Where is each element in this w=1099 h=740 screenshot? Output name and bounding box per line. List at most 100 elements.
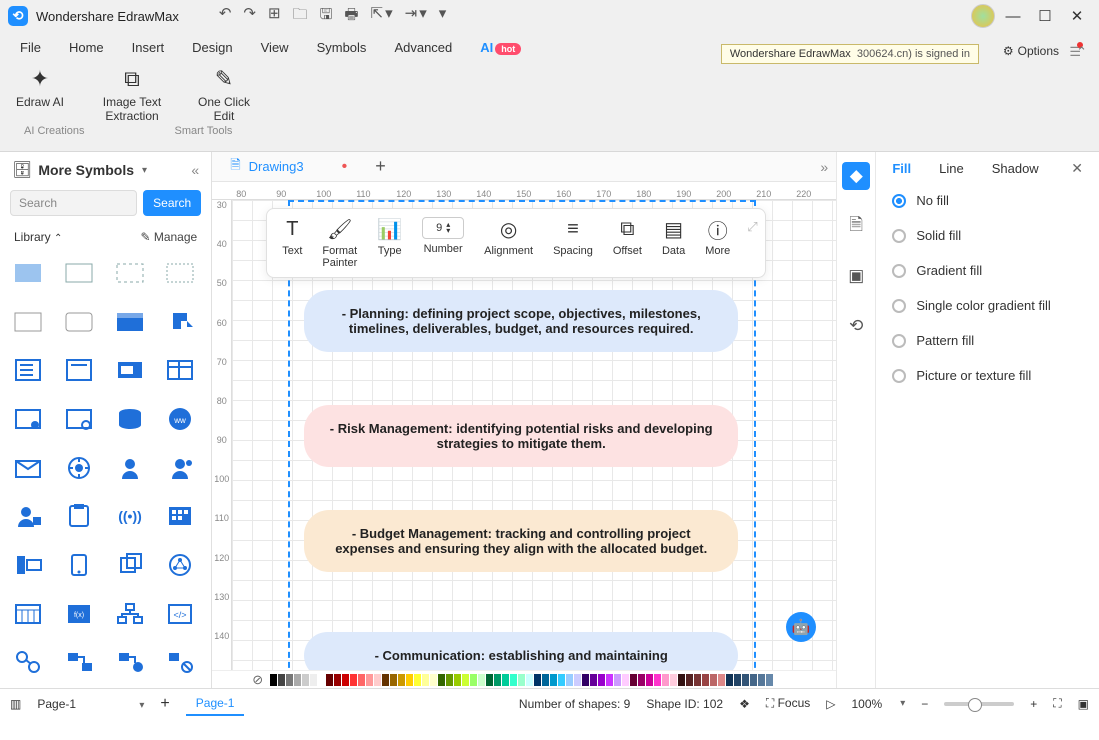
share-icon[interactable]: ⇥▾ (405, 4, 427, 29)
shape-item[interactable]: f(x) (61, 599, 97, 629)
color-swatch[interactable] (702, 674, 709, 686)
shape-item[interactable] (112, 404, 148, 434)
color-swatch[interactable] (318, 674, 325, 686)
rail-history-icon[interactable]: ⟲ (842, 312, 870, 340)
tb-format-painter[interactable]: 🖌Format Painter (313, 217, 366, 269)
color-swatch[interactable] (766, 674, 773, 686)
color-swatch[interactable] (694, 674, 701, 686)
redo-icon[interactable]: ↷ (243, 4, 256, 29)
page-tab[interactable]: Page-1 (186, 692, 245, 716)
shape-card[interactable]: - Planning: defining project scope, obje… (304, 290, 738, 352)
tb-spacing[interactable]: ≡Spacing (544, 217, 602, 257)
minimize-button[interactable]: — (999, 4, 1027, 28)
color-swatch[interactable] (486, 674, 493, 686)
tb-number[interactable]: 9 ▴▾Number (413, 217, 473, 255)
maximize-button[interactable]: ☐ (1031, 4, 1059, 28)
tb-offset[interactable]: ⧉Offset (604, 217, 651, 257)
color-swatch[interactable] (350, 674, 357, 686)
rail-page-icon[interactable]: 🗎 (842, 212, 870, 240)
color-swatch[interactable] (614, 674, 621, 686)
shape-item[interactable]: </> (162, 599, 198, 629)
open-icon[interactable]: 🗀 (293, 4, 308, 29)
shape-item[interactable] (10, 501, 46, 531)
tab-fill[interactable]: Fill (892, 161, 911, 176)
fill-opt-no-fill[interactable]: No fill (892, 183, 1083, 218)
shape-item[interactable] (112, 550, 148, 580)
shape-item[interactable] (162, 501, 198, 531)
collapse-ribbon-icon[interactable]: ⌃ (1076, 44, 1099, 60)
tb-more[interactable]: ⓘMore (696, 217, 739, 257)
color-swatch[interactable] (550, 674, 557, 686)
fill-opt-solid[interactable]: Solid fill (892, 218, 1083, 253)
shape-item[interactable] (61, 404, 97, 434)
ai-assistant-fab[interactable]: 🤖 (786, 612, 816, 642)
shape-item[interactable] (61, 550, 97, 580)
shape-item[interactable] (61, 453, 97, 483)
menu-symbols[interactable]: Symbols (317, 40, 367, 55)
color-swatch[interactable] (430, 674, 437, 686)
zoom-out-button[interactable]: − (921, 697, 928, 711)
color-swatch[interactable] (478, 674, 485, 686)
shape-item[interactable] (112, 307, 148, 337)
color-swatch[interactable] (606, 674, 613, 686)
color-swatch[interactable] (414, 674, 421, 686)
ribbon-edraw-ai[interactable]: ✦ Edraw AI (10, 66, 70, 123)
color-swatch[interactable] (598, 674, 605, 686)
shape-item[interactable] (10, 355, 46, 385)
color-swatch[interactable] (526, 674, 533, 686)
library-dropdown[interactable]: Library ⌃ (14, 230, 62, 244)
color-swatch[interactable] (398, 674, 405, 686)
fill-opt-picture[interactable]: Picture or texture fill (892, 358, 1083, 393)
color-swatch[interactable] (462, 674, 469, 686)
color-swatch[interactable] (494, 674, 501, 686)
menu-design[interactable]: Design (192, 40, 232, 55)
color-swatch[interactable] (558, 674, 565, 686)
color-swatch[interactable] (590, 674, 597, 686)
color-swatch[interactable] (678, 674, 685, 686)
new-icon[interactable]: ⊞ (268, 4, 281, 29)
presentation-icon[interactable]: ▷ (826, 697, 835, 711)
close-button[interactable]: ✕ (1063, 4, 1091, 28)
manage-button[interactable]: ✎ Manage (140, 230, 197, 244)
doc-tab-active[interactable]: 🗎Drawing3• (220, 152, 357, 182)
color-swatch[interactable] (510, 674, 517, 686)
shape-item[interactable]: ww (162, 404, 198, 434)
shape-item[interactable] (61, 647, 97, 677)
qat-more-icon[interactable]: ▾ (439, 4, 447, 29)
tb-text[interactable]: TText (273, 217, 311, 257)
shape-item[interactable] (162, 355, 198, 385)
tb-type[interactable]: 📊Type (368, 217, 411, 257)
color-swatch[interactable] (438, 674, 445, 686)
shape-item[interactable] (10, 404, 46, 434)
color-swatch[interactable] (454, 674, 461, 686)
color-swatch[interactable] (382, 674, 389, 686)
shape-item[interactable] (10, 550, 46, 580)
ribbon-image-text-extraction[interactable]: ⧉ Image Text Extraction (102, 66, 162, 123)
color-swatch[interactable] (390, 674, 397, 686)
search-button[interactable]: Search (143, 190, 201, 216)
color-swatch[interactable] (726, 674, 733, 686)
color-swatch[interactable] (574, 674, 581, 686)
color-swatch[interactable] (286, 674, 293, 686)
undo-icon[interactable]: ↶ (219, 4, 232, 29)
user-avatar[interactable] (971, 4, 995, 28)
color-swatch[interactable] (630, 674, 637, 686)
color-swatch[interactable] (734, 674, 741, 686)
color-swatch[interactable] (518, 674, 525, 686)
shape-item[interactable] (61, 355, 97, 385)
color-swatch[interactable] (358, 674, 365, 686)
fit-icon[interactable]: ⛶ (1053, 696, 1061, 711)
pages-icon[interactable]: ▥ (10, 697, 21, 711)
color-swatch[interactable] (334, 674, 341, 686)
color-swatch[interactable] (446, 674, 453, 686)
options-button[interactable]: ⚙ Options (1003, 44, 1059, 58)
color-swatch[interactable] (566, 674, 573, 686)
shape-item[interactable] (162, 258, 198, 288)
shape-item[interactable] (112, 453, 148, 483)
menu-advanced[interactable]: Advanced (394, 40, 452, 55)
shape-card[interactable]: - Risk Management: identifying potential… (304, 405, 738, 467)
shape-item[interactable] (162, 550, 198, 580)
color-swatch[interactable] (758, 674, 765, 686)
shape-item[interactable] (10, 307, 46, 337)
color-swatch[interactable] (302, 674, 309, 686)
